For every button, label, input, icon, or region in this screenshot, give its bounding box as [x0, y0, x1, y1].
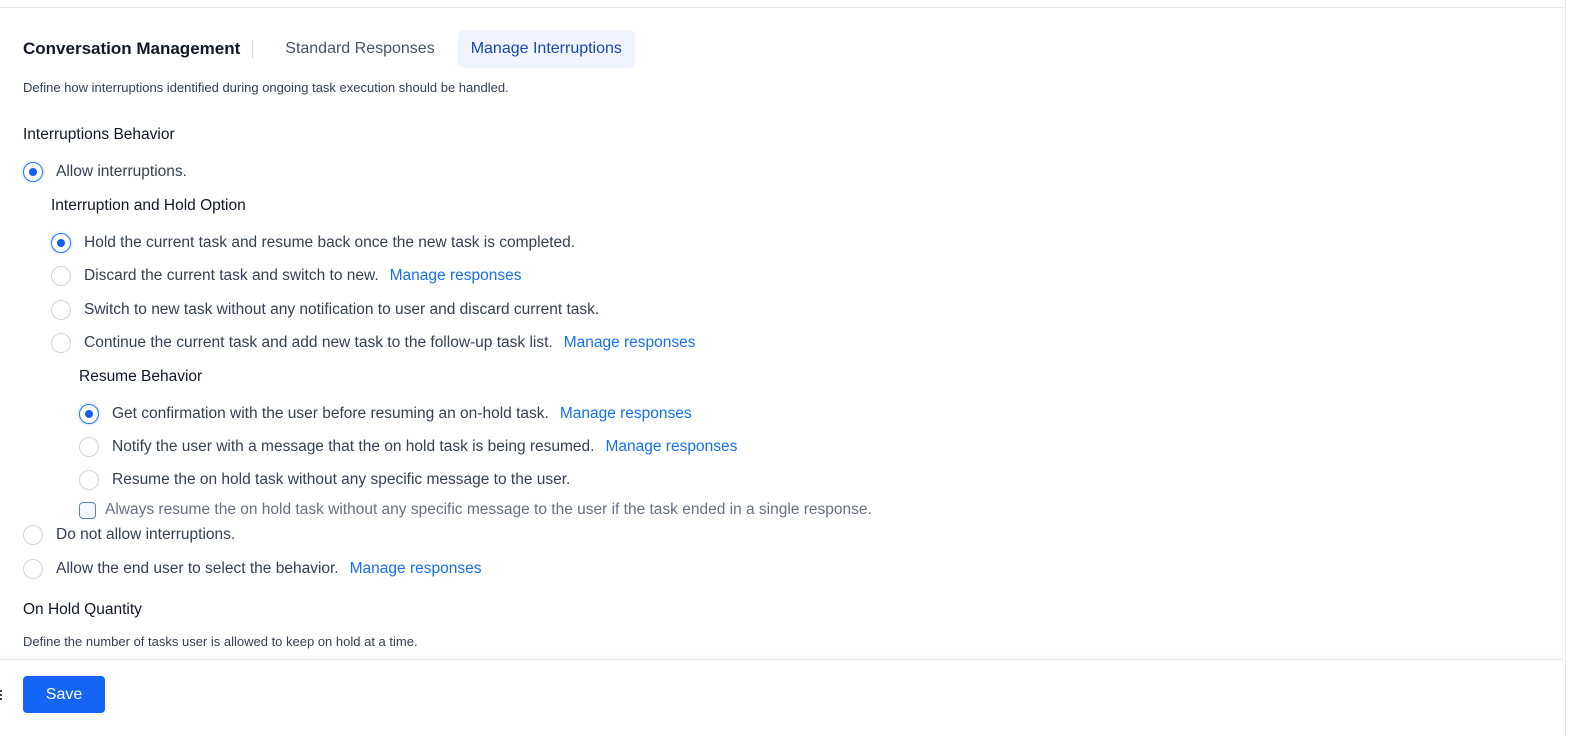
- tab-standard-responses[interactable]: Standard Responses: [275, 30, 447, 68]
- discard-radio[interactable]: [51, 266, 71, 286]
- allow-interruptions-option[interactable]: Allow interruptions.: [23, 162, 187, 182]
- hold-resume-radio[interactable]: [51, 233, 71, 253]
- top-border: [0, 0, 1565, 8]
- always-resume-label: Always resume the on hold task without a…: [105, 501, 872, 518]
- allow-end-user-manage-responses-link[interactable]: Manage responses: [350, 560, 482, 578]
- resume-notify-radio[interactable]: [79, 437, 99, 457]
- interruptions-behavior-heading: Interruptions Behavior: [23, 126, 175, 143]
- allow-end-user-label: Allow the end user to select the behavio…: [56, 560, 339, 577]
- hold-option-continue[interactable]: Continue the current task and add new ta…: [51, 333, 696, 353]
- resume-confirm-manage-responses-link[interactable]: Manage responses: [560, 405, 692, 423]
- page-header: Conversation Management Standard Respons…: [23, 29, 645, 69]
- allow-end-user-option[interactable]: Allow the end user to select the behavio…: [23, 559, 481, 579]
- continue-manage-responses-link[interactable]: Manage responses: [564, 334, 696, 352]
- switch-silent-label: Switch to new task without any notificat…: [84, 301, 600, 318]
- resume-option-silent[interactable]: Resume the on hold task without any spec…: [79, 470, 570, 490]
- on-hold-quantity-heading: On Hold Quantity: [23, 601, 142, 618]
- discard-manage-responses-link[interactable]: Manage responses: [390, 267, 522, 285]
- allow-end-user-radio[interactable]: [23, 559, 43, 579]
- page-description: Define how interruptions identified duri…: [23, 80, 509, 95]
- page-title: Conversation Management: [23, 39, 241, 58]
- resume-confirm-radio[interactable]: [79, 404, 99, 424]
- hold-option-switch-silent[interactable]: Switch to new task without any notificat…: [51, 300, 599, 320]
- discard-label: Discard the current task and switch to n…: [84, 267, 379, 284]
- do-not-allow-radio[interactable]: [23, 525, 43, 545]
- always-resume-checkbox-row[interactable]: Always resume the on hold task without a…: [79, 501, 872, 519]
- footer-bar: Save: [0, 659, 1563, 737]
- do-not-allow-label: Do not allow interruptions.: [56, 526, 236, 543]
- allow-interruptions-radio[interactable]: [23, 162, 43, 182]
- resume-confirm-label: Get confirmation with the user before re…: [112, 405, 549, 422]
- resume-behavior-heading: Resume Behavior: [79, 368, 203, 385]
- resume-option-notify[interactable]: Notify the user with a message that the …: [79, 437, 737, 457]
- always-resume-checkbox[interactable]: [79, 501, 96, 519]
- resume-notify-label: Notify the user with a message that the …: [112, 438, 595, 455]
- do-not-allow-option[interactable]: Do not allow interruptions.: [23, 525, 235, 545]
- right-border: [1565, 0, 1566, 736]
- resume-silent-label: Resume the on hold task without any spec…: [112, 471, 571, 488]
- hold-option-hold-resume[interactable]: Hold the current task and resume back on…: [51, 233, 575, 253]
- allow-interruptions-label: Allow interruptions.: [56, 163, 187, 180]
- hold-resume-label: Hold the current task and resume back on…: [84, 234, 576, 251]
- continue-label: Continue the current task and add new ta…: [84, 334, 553, 351]
- drag-handle-icon: [0, 690, 4, 700]
- hold-option-discard[interactable]: Discard the current task and switch to n…: [51, 266, 521, 286]
- continue-radio[interactable]: [51, 333, 71, 353]
- resume-silent-radio[interactable]: [79, 470, 99, 490]
- hold-option-heading: Interruption and Hold Option: [51, 197, 246, 214]
- resume-option-confirm[interactable]: Get confirmation with the user before re…: [79, 404, 692, 424]
- resume-notify-manage-responses-link[interactable]: Manage responses: [605, 438, 737, 456]
- on-hold-quantity-description: Define the number of tasks user is allow…: [23, 634, 418, 649]
- tab-manage-interruptions[interactable]: Manage Interruptions: [457, 30, 635, 68]
- save-button[interactable]: Save: [23, 676, 105, 713]
- switch-silent-radio[interactable]: [51, 300, 71, 320]
- title-divider: [252, 40, 254, 58]
